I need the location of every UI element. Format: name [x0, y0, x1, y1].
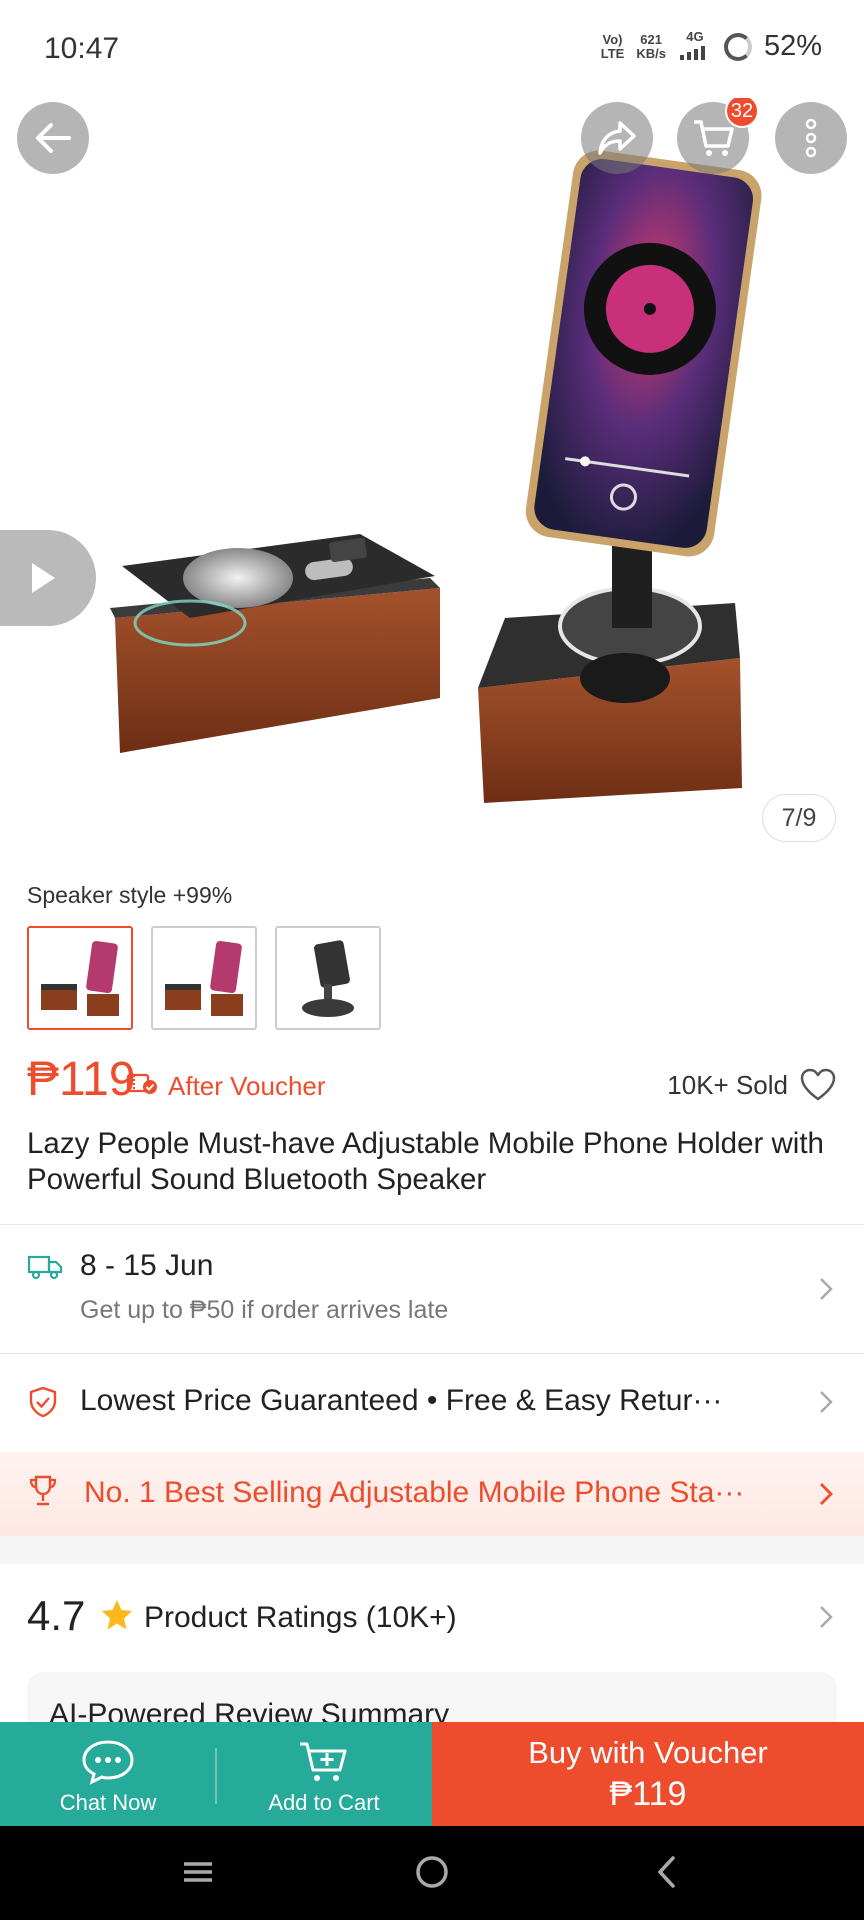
- volte-icon: Vo) LTE: [600, 31, 625, 61]
- more-options-button[interactable]: [775, 102, 847, 174]
- arrow-left-icon: [36, 123, 71, 153]
- home-icon[interactable]: [414, 1850, 450, 1894]
- truck-icon: [27, 1255, 63, 1280]
- chevron-right-icon: [820, 1391, 833, 1413]
- system-nav-bar: [0, 1826, 864, 1920]
- cart-button[interactable]: 32: [677, 98, 759, 174]
- variant-thumbnail-image: [302, 940, 354, 1017]
- delivery-note: Get up to ₱50 if order arrives late: [80, 1296, 449, 1324]
- divider: [0, 1224, 864, 1225]
- share-button[interactable]: [581, 102, 653, 174]
- chevron-right-icon: [820, 1606, 833, 1628]
- battery-percent: 52%: [763, 30, 822, 62]
- product-price: ₱119: [27, 1053, 136, 1106]
- network-speed: 621 KB/s: [636, 31, 666, 61]
- bottom-action-bar: Chat Now Add to Cart Buy with Voucher ₱1…: [0, 1722, 864, 1826]
- variant-thumbnail[interactable]: [151, 926, 257, 1030]
- variant-thumbnail-image: [41, 940, 119, 1016]
- chat-now-button[interactable]: Chat Now: [0, 1722, 216, 1826]
- variant-thumbnail[interactable]: [27, 926, 133, 1030]
- action-divider: [215, 1748, 217, 1804]
- star-icon: [102, 1600, 132, 1630]
- heart-icon[interactable]: [800, 1068, 836, 1102]
- share-icon: [598, 121, 636, 155]
- after-voucher-label: After Voucher: [168, 1071, 326, 1101]
- image-counter: 7/9: [762, 794, 836, 842]
- more-vertical-icon: [805, 118, 817, 158]
- chat-icon: [82, 1740, 134, 1785]
- variant-thumbnail-image: [165, 940, 243, 1016]
- delivery-date: 8 - 15 Jun: [80, 1249, 214, 1282]
- status-icons: Vo) LTE 621 KB/s 4G 52%: [601, 30, 822, 63]
- add-cart-icon: [300, 1742, 347, 1781]
- back-button[interactable]: [17, 102, 89, 174]
- back-nav-icon[interactable]: [652, 1850, 682, 1894]
- variant-thumbnails: [27, 926, 381, 1030]
- best-seller-banner[interactable]: No. 1 Best Selling Adjustable Mobile Pho…: [0, 1452, 864, 1536]
- sold-count: 10K+ Sold: [667, 1070, 788, 1100]
- product-image: [110, 150, 762, 803]
- best-seller-text: No. 1 Best Selling Adjustable Mobile Pho…: [84, 1476, 745, 1509]
- trophy-icon: [29, 1475, 57, 1506]
- buy-with-voucher-button[interactable]: Buy with Voucher ₱119: [432, 1722, 864, 1826]
- rating-score: 4.7: [27, 1592, 86, 1639]
- play-icon: [32, 563, 55, 593]
- status-time: 10:47: [44, 32, 120, 65]
- variant-label: Speaker style +99%: [27, 882, 233, 908]
- section-gap: [0, 1536, 864, 1564]
- add-to-cart-button[interactable]: Add to Cart: [216, 1722, 432, 1826]
- chevron-right-icon: [820, 1278, 833, 1300]
- recent-apps-icon[interactable]: [180, 1850, 216, 1894]
- add-to-cart-label: Add to Cart: [268, 1790, 380, 1815]
- product-title: Lazy People Must-have Adjustable Mobile …: [27, 1127, 824, 1196]
- battery-icon: [723, 32, 752, 61]
- play-video-button[interactable]: [0, 530, 96, 626]
- product-image-carousel[interactable]: 32: [0, 98, 864, 846]
- voucher-icon: [126, 1073, 157, 1094]
- ratings-label: Product Ratings (10K+): [144, 1601, 457, 1634]
- chevron-right-icon: [820, 1483, 833, 1505]
- status-bar: 10:47 Vo) LTE 621 KB/s 4G 52%: [0, 0, 864, 98]
- chat-now-label: Chat Now: [59, 1790, 157, 1815]
- divider: [0, 1353, 864, 1354]
- buy-button-price: ₱119: [609, 1774, 687, 1813]
- buy-button-label: Buy with Voucher: [528, 1734, 768, 1770]
- signal-icon: 4G: [678, 30, 712, 63]
- shield-check-icon: [29, 1386, 57, 1418]
- variant-thumbnail[interactable]: [275, 926, 381, 1030]
- guarantee-text: Lowest Price Guaranteed • Free & Easy Re…: [80, 1384, 723, 1417]
